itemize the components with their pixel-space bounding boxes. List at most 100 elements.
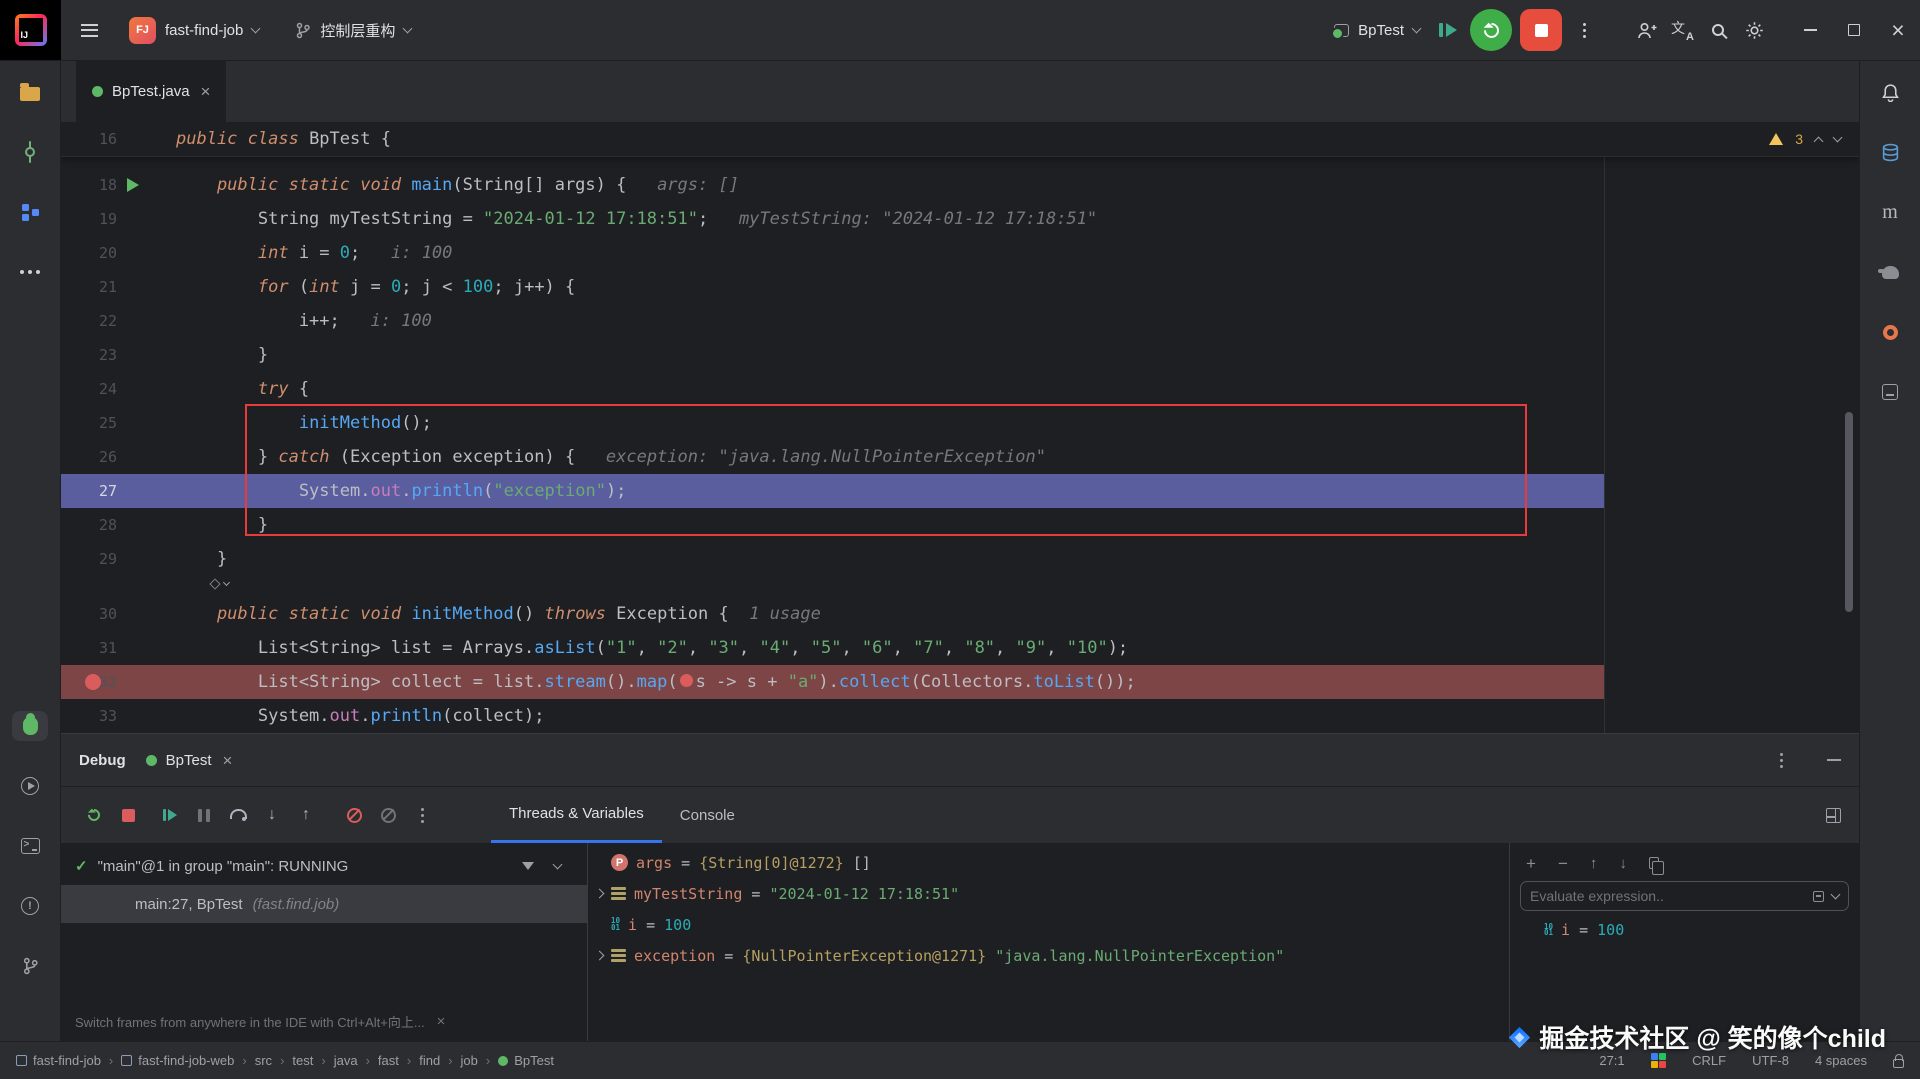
indent-setting[interactable]: 4 spaces xyxy=(1815,1053,1867,1068)
breadcrumb-item[interactable]: fast xyxy=(378,1053,399,1068)
remove-watch-icon[interactable]: − xyxy=(1558,855,1568,872)
vcs-widget[interactable]: 控制层重构 xyxy=(285,14,421,47)
hide-panel-icon[interactable] xyxy=(1827,759,1841,761)
prev-problem-icon[interactable] xyxy=(1813,136,1824,146)
gradle-tool-button[interactable] xyxy=(1872,257,1908,287)
file-encoding[interactable]: UTF-8 xyxy=(1752,1053,1789,1068)
code-line-32[interactable]: 32 List<String> collect = list.stream().… xyxy=(61,665,1859,699)
breadcrumb-item[interactable]: fast-find-job-web xyxy=(121,1053,234,1068)
code-line-27[interactable]: 27 System.out.println("exception"); xyxy=(61,474,1859,508)
database-tool-button[interactable] xyxy=(1872,137,1908,167)
chevron-right-icon[interactable] xyxy=(594,888,605,899)
breadcrumb-item[interactable]: fast-find-job xyxy=(16,1053,101,1068)
layout-settings-icon[interactable] xyxy=(1826,807,1841,823)
stack-frame-row[interactable]: main:27, BpTest (fast.find.job) xyxy=(61,885,587,923)
code-line-21[interactable]: 21 for (int j = 0; j < 100; j++) { xyxy=(61,270,1859,304)
breadcrumb-item[interactable]: job xyxy=(461,1053,478,1068)
code-line-23[interactable]: 23 } xyxy=(61,338,1859,372)
close-session-icon[interactable]: × xyxy=(223,752,233,769)
line-ending[interactable]: CRLF xyxy=(1692,1053,1726,1068)
code-line-22[interactable]: 22 i++; i: 100 xyxy=(61,304,1859,338)
maven-tool-button[interactable]: m xyxy=(1872,197,1908,227)
mute-breakpoints-button[interactable] xyxy=(337,798,371,832)
more-actions-button[interactable] xyxy=(1566,12,1602,48)
code-editor[interactable]: 16 public class BpTest { 3 18 public sta… xyxy=(61,122,1859,733)
tab-console[interactable]: Console xyxy=(662,787,753,843)
close-button[interactable]: × xyxy=(1876,8,1920,52)
rerun-button[interactable] xyxy=(77,798,111,832)
chevron-down-icon[interactable] xyxy=(1830,889,1841,899)
rerun-debug-button[interactable] xyxy=(1470,9,1512,51)
stop-process-button[interactable] xyxy=(111,798,145,832)
breadcrumb-item[interactable]: BpTest xyxy=(498,1053,554,1068)
terminal-tool-button[interactable] xyxy=(12,831,48,861)
lock-icon[interactable] xyxy=(1893,1053,1904,1068)
add-watch-icon[interactable]: + xyxy=(1526,855,1536,872)
next-problem-icon[interactable] xyxy=(1832,132,1843,142)
device-explorer-button[interactable] xyxy=(1872,377,1908,407)
skip-breakpoints-button[interactable] xyxy=(371,798,405,832)
input-method-icon[interactable] xyxy=(1650,1052,1667,1069)
search-everywhere-button[interactable] xyxy=(1700,12,1736,48)
code-line-19[interactable]: 19 String myTestString = "2024-01-12 17:… xyxy=(61,202,1859,236)
commit-tool-button[interactable] xyxy=(12,137,48,167)
lambda-breakpoint-icon[interactable] xyxy=(679,674,693,687)
code-line-30[interactable]: 30 public static void initMethod() throw… xyxy=(61,597,1859,631)
move-up-icon[interactable]: ↑ xyxy=(1590,856,1598,871)
variable-row[interactable]: Pargs = {String[0]@1272} [] xyxy=(588,847,1509,878)
pause-button[interactable] xyxy=(187,798,221,832)
code-line-25[interactable]: 25 initMethod(); xyxy=(61,406,1859,440)
notifications-button[interactable] xyxy=(1872,77,1908,107)
code-line-33[interactable]: 33 System.out.println(collect); xyxy=(61,699,1859,733)
toolbar-more-button[interactable] xyxy=(405,798,439,832)
copy-icon[interactable] xyxy=(1648,857,1665,875)
step-into-button[interactable]: ↓ xyxy=(255,798,289,832)
services-tool-button[interactable] xyxy=(12,771,48,801)
maximize-button[interactable] xyxy=(1832,8,1876,52)
structure-tool-button[interactable] xyxy=(12,197,48,227)
code-line-20[interactable]: 20 int i = 0; i: 100 xyxy=(61,236,1859,270)
chevron-down-icon[interactable] xyxy=(552,859,563,869)
close-tab-icon[interactable]: × xyxy=(201,83,211,100)
breadcrumb-item[interactable]: test xyxy=(292,1053,313,1068)
version-control-tool-button[interactable] xyxy=(12,951,48,981)
breadcrumb-item[interactable]: find xyxy=(419,1053,440,1068)
more-tool-windows-button[interactable] xyxy=(12,257,48,287)
inspections-widget[interactable]: 3 xyxy=(1769,122,1843,156)
chevron-right-icon[interactable] xyxy=(594,950,605,961)
watch-row[interactable]: 10 01 i = 100 xyxy=(1520,915,1849,945)
code-line-29[interactable]: 29 } xyxy=(61,542,1859,576)
filter-icon[interactable] xyxy=(522,862,534,870)
code-line-18[interactable]: 18 public static void main(String[] args… xyxy=(61,168,1859,202)
variable-row[interactable]: myTestString = "2024-01-12 17:18:51" xyxy=(588,878,1509,909)
step-over-button[interactable] xyxy=(221,798,255,832)
panel-options-icon[interactable] xyxy=(1776,749,1787,772)
debug-tool-button[interactable] xyxy=(12,711,48,741)
minimize-button[interactable] xyxy=(1788,8,1832,52)
code-line-31[interactable]: 31 List<String> list = Arrays.asList("1"… xyxy=(61,631,1859,665)
thread-row[interactable]: ✓ "main"@1 in group "main": RUNNING xyxy=(61,847,587,885)
breadcrumb-item[interactable]: java xyxy=(334,1053,358,1068)
plugin-tool-button[interactable] xyxy=(1872,317,1908,347)
editor-scrollbar[interactable] xyxy=(1845,412,1853,612)
sticky-line-16[interactable]: 16 public class BpTest { 3 xyxy=(61,122,1859,156)
project-tool-button[interactable] xyxy=(12,77,48,107)
settings-button[interactable] xyxy=(1736,12,1772,48)
resume-button[interactable] xyxy=(153,798,187,832)
translate-button[interactable]: 文A xyxy=(1664,12,1700,48)
resume-program-button[interactable] xyxy=(1430,12,1466,48)
evaluate-expression-input[interactable]: Evaluate expression.. xyxy=(1520,881,1849,911)
variable-row[interactable]: exception = {NullPointerException@1271} … xyxy=(588,940,1509,971)
code-with-me-button[interactable] xyxy=(1628,12,1664,48)
move-down-icon[interactable]: ↓ xyxy=(1619,856,1627,871)
main-menu-button[interactable] xyxy=(71,12,107,48)
inlay-gear-icon[interactable] xyxy=(209,578,231,590)
editor-tab-bptest[interactable]: BpTest.java × xyxy=(76,61,227,122)
run-configuration-widget[interactable]: BpTest xyxy=(1324,16,1430,45)
stop-button[interactable] xyxy=(1520,9,1562,51)
code-line-28[interactable]: 28 } xyxy=(61,508,1859,542)
close-hint-icon[interactable]: × xyxy=(437,1013,446,1030)
variable-row[interactable]: 10 01 i = 100 xyxy=(588,909,1509,940)
tab-threads-variables[interactable]: Threads & Variables xyxy=(491,787,662,843)
problems-tool-button[interactable]: ! xyxy=(12,891,48,921)
